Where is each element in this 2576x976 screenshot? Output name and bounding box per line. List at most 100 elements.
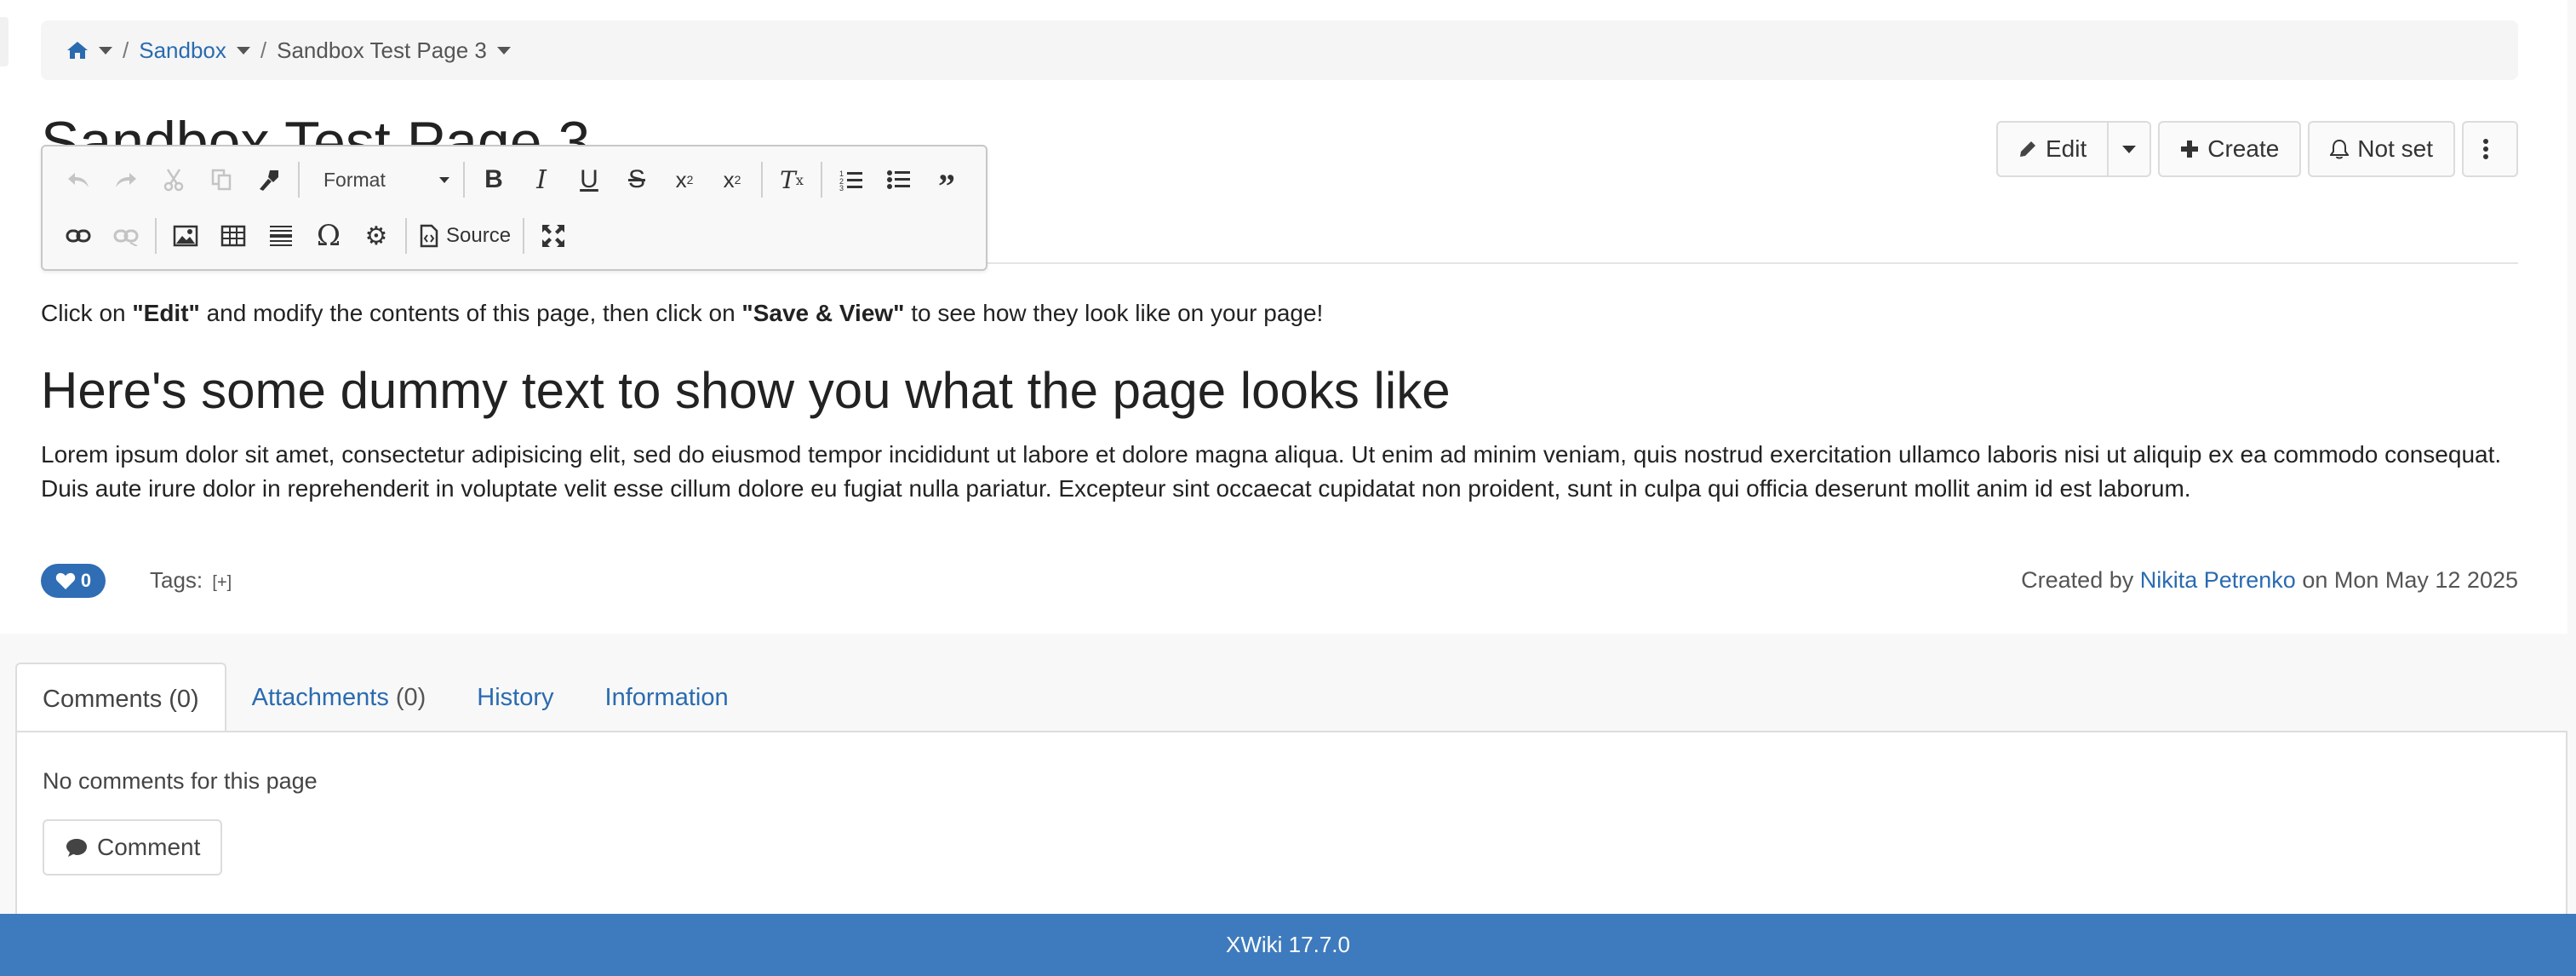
chevron-down-icon xyxy=(439,176,449,183)
author-link[interactable]: Nikita Petrenko xyxy=(2140,567,2296,593)
italic-icon[interactable]: I xyxy=(518,156,565,204)
unlink-icon[interactable] xyxy=(102,212,150,260)
more-vertical-icon xyxy=(2483,139,2488,159)
chevron-down-icon[interactable] xyxy=(496,46,511,55)
toolbar-separator xyxy=(761,162,763,198)
toolbar-separator xyxy=(463,162,465,198)
tab-label: Comments xyxy=(43,685,163,713)
toolbar-separator xyxy=(523,218,525,254)
format-dropdown[interactable]: Format xyxy=(305,158,458,201)
link-icon[interactable] xyxy=(54,212,102,260)
intro-text: and modify the contents of this page, th… xyxy=(199,300,742,326)
page-tabs: Comments (0) Attachments (0) History Infor… xyxy=(15,663,754,734)
toolbar-separator xyxy=(405,218,407,254)
tab-label: History xyxy=(477,683,554,711)
like-count: 0 xyxy=(80,570,92,591)
tab-comments[interactable]: Comments (0) xyxy=(15,663,226,734)
chevron-down-icon xyxy=(2122,145,2137,153)
create-button[interactable]: Create xyxy=(2158,121,2302,177)
toolbar-separator xyxy=(821,162,822,198)
comment-label: Comment xyxy=(97,834,201,860)
comment-button[interactable]: Comment xyxy=(43,819,223,876)
image-icon[interactable] xyxy=(162,212,209,260)
breadcrumb-space-link[interactable]: Sandbox xyxy=(139,37,226,64)
chevron-down-icon[interactable] xyxy=(236,46,250,55)
notifications-button[interactable]: Not set xyxy=(2308,121,2455,177)
edit-label: Edit xyxy=(2046,135,2087,162)
maximize-icon[interactable] xyxy=(530,212,577,260)
tab-history[interactable]: History xyxy=(451,663,579,732)
tab-information[interactable]: Information xyxy=(580,663,754,732)
svg-text:3: 3 xyxy=(839,184,844,192)
breadcrumb-separator: / xyxy=(123,37,129,63)
toolbar-row-1: Format B I U S x2 x2 Tx 123 ” xyxy=(54,155,970,205)
breadcrumb-separator: / xyxy=(260,37,267,63)
home-icon xyxy=(67,42,88,59)
lorem-paragraph: Lorem ipsum dolor sit amet, consectetur … xyxy=(41,441,2502,502)
created-date: on Mon May 12 2025 xyxy=(2295,567,2518,593)
add-tag-link[interactable]: [+] xyxy=(212,573,232,592)
bulleted-list-icon[interactable] xyxy=(875,156,923,204)
copy-formatting-icon[interactable] xyxy=(245,156,293,204)
edit-button[interactable]: Edit xyxy=(1996,121,2109,177)
format-dropdown-label: Format xyxy=(323,168,386,191)
underline-icon[interactable]: U xyxy=(565,156,613,204)
blockquote-icon[interactable]: ” xyxy=(923,156,970,205)
notifications-label: Not set xyxy=(2357,135,2433,162)
macro-gear-icon[interactable]: ⚙ xyxy=(352,212,400,260)
created-prefix: Created by xyxy=(2021,567,2140,593)
tags: Tags: [+] xyxy=(150,567,232,594)
intro-save-emphasis: "Save & View" xyxy=(741,300,905,326)
breadcrumb-space: Sandbox xyxy=(139,37,250,64)
tab-label: Attachments xyxy=(251,683,389,711)
redo-icon[interactable] xyxy=(102,156,150,204)
intro-text: Click on xyxy=(41,300,133,326)
table-icon[interactable] xyxy=(209,212,257,260)
created-by: Created by Nikita Petrenko on Mon May 12… xyxy=(2021,567,2518,594)
toolbar-row-2: Ω ⚙ Source xyxy=(54,211,577,261)
bold-icon[interactable]: B xyxy=(470,156,518,204)
heart-icon xyxy=(55,572,76,589)
footer-version: XWiki 17.7.0 xyxy=(1226,932,1350,957)
copy-icon[interactable] xyxy=(197,156,245,204)
edit-menu-toggle[interactable] xyxy=(2109,121,2152,177)
superscript-icon[interactable]: x2 xyxy=(708,156,756,204)
undo-icon[interactable] xyxy=(54,156,102,204)
toolbar-separator xyxy=(155,218,157,254)
source-label: Source xyxy=(446,224,512,247)
numbered-list-icon[interactable]: 123 xyxy=(827,156,875,204)
plus-icon xyxy=(2181,141,2199,158)
chevron-down-icon[interactable] xyxy=(99,46,112,55)
source-icon xyxy=(420,224,438,248)
breadcrumb: / Sandbox / Sandbox Test Page 3 xyxy=(41,20,2518,80)
horizontal-line-icon[interactable] xyxy=(257,212,305,260)
special-char-icon[interactable]: Ω xyxy=(305,212,352,260)
intro-text: to see how they look like on your page! xyxy=(904,300,1324,326)
cut-icon[interactable] xyxy=(150,156,197,204)
breadcrumb-page: Sandbox Test Page 3 xyxy=(277,37,511,64)
page-actions: Edit Create Not set xyxy=(1996,121,2518,177)
home-crumb[interactable] xyxy=(66,40,112,60)
footer: XWiki 17.7.0 xyxy=(0,914,2576,976)
more-actions-button[interactable] xyxy=(2462,121,2518,177)
tags-label: Tags: xyxy=(150,567,203,593)
source-button[interactable]: Source xyxy=(412,212,518,260)
tab-count: (0) xyxy=(395,683,426,711)
tab-label: Information xyxy=(604,683,729,711)
bell-icon xyxy=(2330,139,2350,159)
create-label: Create xyxy=(2207,135,2280,162)
comments-panel xyxy=(15,731,2567,915)
strikethrough-icon[interactable]: S xyxy=(613,156,661,204)
remove-format-icon[interactable]: Tx xyxy=(768,156,816,204)
edit-button-group: Edit xyxy=(1996,121,2152,177)
side-panel-toggle[interactable] xyxy=(0,17,9,66)
subscript-icon[interactable]: x2 xyxy=(661,156,708,204)
no-comments-message: No comments for this page xyxy=(43,768,318,794)
intro-paragraph: Click on "Edit" and modify the contents … xyxy=(41,300,1323,327)
tab-count: (0) xyxy=(169,685,199,713)
intro-edit-emphasis: "Edit" xyxy=(132,300,200,326)
like-button[interactable]: 0 xyxy=(41,564,106,598)
tab-attachments[interactable]: Attachments (0) xyxy=(226,663,452,732)
comment-icon xyxy=(66,839,87,857)
content-heading: Here's some dummy text to show you what … xyxy=(41,362,1451,419)
